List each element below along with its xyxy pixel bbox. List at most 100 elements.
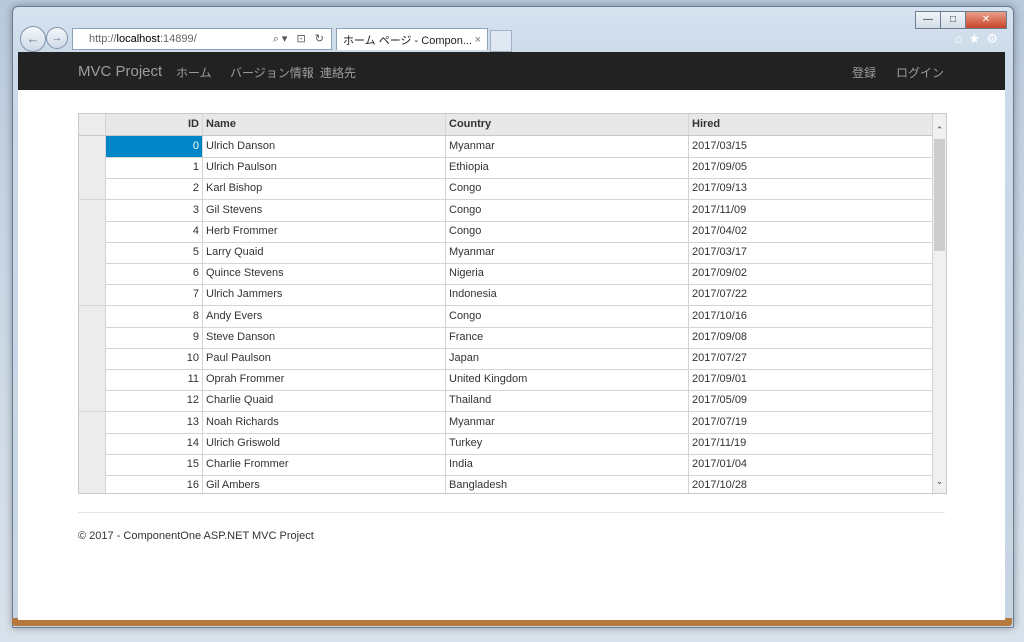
close-window-button[interactable]: ✕ xyxy=(965,11,1007,29)
cell-id[interactable]: 10 xyxy=(106,348,203,369)
row-header[interactable] xyxy=(79,199,106,221)
cell-country[interactable]: United Kingdom xyxy=(446,369,689,391)
cell-name[interactable]: Quince Stevens xyxy=(203,263,446,285)
cell-hired[interactable]: 2017/09/13 xyxy=(689,178,933,199)
cell-name[interactable]: Oprah Frommer xyxy=(203,369,446,391)
cell-hired[interactable]: 2017/10/16 xyxy=(689,306,933,327)
cell-id[interactable]: 11 xyxy=(106,369,203,391)
home-favorites-settings-icons[interactable]: ⌂★⚙ xyxy=(955,31,1004,47)
nav-link-about[interactable]: バージョン情報 xyxy=(230,64,314,81)
row-header[interactable] xyxy=(79,242,106,263)
nav-link-contact[interactable]: 連絡先 xyxy=(320,64,356,81)
cell-country[interactable]: Japan xyxy=(446,348,689,369)
grid-vertical-scrollbar[interactable]: ⌃ ⌄ xyxy=(932,114,946,493)
cell-name[interactable]: Karl Bishop xyxy=(203,178,446,200)
cell-name[interactable]: Gil Ambers xyxy=(203,475,446,493)
column-header-id[interactable]: ID xyxy=(106,114,203,135)
cell-id[interactable]: 0 xyxy=(106,136,203,157)
nav-link-register[interactable]: 登録 xyxy=(852,64,876,81)
table-row[interactable]: 1 Ulrich Paulson Ethiopia 2017/09/05 xyxy=(79,157,933,180)
row-header[interactable] xyxy=(79,263,106,285)
table-row[interactable]: 13 Noah Richards Myanmar 2017/07/19 xyxy=(79,411,933,434)
cell-id[interactable]: 14 xyxy=(106,432,203,454)
table-row[interactable]: 10 Paul Paulson Japan 2017/07/27 xyxy=(79,348,933,370)
cell-id[interactable]: 8 xyxy=(106,305,203,327)
cell-name[interactable]: Larry Quaid xyxy=(203,242,446,263)
cell-hired[interactable]: 2017/04/02 xyxy=(689,221,933,242)
cell-id[interactable]: 9 xyxy=(106,326,203,348)
address-tools-icons[interactable]: ⌕▾ ⊡ ↻ xyxy=(273,32,327,46)
row-header[interactable] xyxy=(79,136,106,157)
cell-hired[interactable]: 2017/07/27 xyxy=(689,348,933,369)
cell-name[interactable]: Herb Frommer xyxy=(203,220,446,242)
cell-name[interactable]: Charlie Quaid xyxy=(203,390,446,412)
cell-name[interactable]: Ulrich Danson xyxy=(203,136,446,157)
table-row[interactable]: 8 Andy Evers Congo 2017/10/16 xyxy=(79,305,933,328)
row-header[interactable] xyxy=(79,432,106,454)
cell-hired[interactable]: 2017/09/02 xyxy=(689,263,933,284)
row-header[interactable] xyxy=(79,326,106,348)
cell-name[interactable]: Charlie Frommer xyxy=(203,454,446,475)
maximize-button[interactable]: □ xyxy=(940,11,966,29)
tab-home-page[interactable]: ホーム ページ - Compon... × xyxy=(336,28,488,50)
table-row[interactable]: 15 Charlie Frommer India 2017/01/04 xyxy=(79,454,933,476)
forward-button[interactable]: → xyxy=(46,27,68,49)
table-row[interactable]: 14 Ulrich Griswold Turkey 2017/11/19 xyxy=(79,432,933,455)
table-row[interactable]: 2 Karl Bishop Congo 2017/09/13 xyxy=(79,178,933,201)
cell-name[interactable]: Noah Richards xyxy=(203,411,446,433)
cell-country[interactable]: Nigeria xyxy=(446,263,689,285)
cell-hired[interactable]: 2017/11/19 xyxy=(689,433,933,454)
cell-id[interactable]: 2 xyxy=(106,178,203,200)
address-bar[interactable]: http://localhost:14899/ ⌕▾ ⊡ ↻ xyxy=(72,28,332,50)
column-header-name[interactable]: Name xyxy=(203,114,446,135)
cell-name[interactable]: Steve Danson xyxy=(203,326,446,348)
nav-link-login[interactable]: ログイン xyxy=(896,64,944,81)
column-header-hired[interactable]: Hired xyxy=(689,114,933,135)
cell-country[interactable]: Bangladesh xyxy=(446,475,689,493)
table-row[interactable]: 9 Steve Danson France 2017/09/08 xyxy=(79,326,933,349)
cell-country[interactable]: Turkey xyxy=(446,432,689,454)
cell-id[interactable]: 16 xyxy=(106,475,203,493)
back-button[interactable]: ← xyxy=(20,26,46,52)
cell-id[interactable]: 12 xyxy=(106,390,203,412)
cell-country[interactable]: Thailand xyxy=(446,390,689,412)
cell-country[interactable]: Myanmar xyxy=(446,411,689,433)
cell-country[interactable]: France xyxy=(446,326,689,348)
table-row[interactable]: 11 Oprah Frommer United Kingdom 2017/09/01 xyxy=(79,369,933,392)
row-header[interactable] xyxy=(79,475,106,493)
cell-country[interactable]: Congo xyxy=(446,178,689,200)
cell-name[interactable]: Andy Evers xyxy=(203,305,446,327)
cell-hired[interactable]: 2017/03/15 xyxy=(689,136,933,157)
table-row[interactable]: 3 Gil Stevens Congo 2017/11/09 xyxy=(79,199,933,222)
row-header-corner[interactable] xyxy=(79,114,106,135)
data-grid[interactable]: ID Name Country Hired 0 Ulrich Danson Myan… xyxy=(78,113,947,494)
row-header[interactable] xyxy=(79,454,106,475)
scroll-thumb[interactable] xyxy=(934,139,945,251)
cell-hired[interactable]: 2017/11/09 xyxy=(689,200,933,221)
cell-name[interactable]: Gil Stevens xyxy=(203,199,446,221)
cell-id[interactable]: 6 xyxy=(106,263,203,285)
cell-id[interactable]: 4 xyxy=(106,220,203,242)
scroll-up-icon[interactable]: ⌃ xyxy=(933,122,946,138)
new-tab-button[interactable] xyxy=(490,30,512,52)
cell-id[interactable]: 7 xyxy=(106,284,203,306)
cell-hired[interactable]: 2017/03/17 xyxy=(689,242,933,263)
table-row[interactable]: 16 Gil Ambers Bangladesh 2017/10/28 xyxy=(79,475,933,493)
table-row[interactable]: 6 Quince Stevens Nigeria 2017/09/02 xyxy=(79,263,933,286)
cell-country[interactable]: India xyxy=(446,454,689,475)
column-header-country[interactable]: Country xyxy=(446,114,689,135)
table-row[interactable]: 7 Ulrich Jammers Indonesia 2017/07/22 xyxy=(79,284,933,307)
cell-hired[interactable]: 2017/09/05 xyxy=(689,157,933,178)
row-header[interactable] xyxy=(79,284,106,306)
cell-hired[interactable]: 2017/07/19 xyxy=(689,412,933,433)
nav-link-home[interactable]: ホーム xyxy=(176,64,212,81)
row-header[interactable] xyxy=(79,390,106,412)
table-row[interactable]: 12 Charlie Quaid Thailand 2017/05/09 xyxy=(79,390,933,413)
row-header[interactable] xyxy=(79,411,106,433)
cell-country[interactable]: Myanmar xyxy=(446,242,689,263)
cell-hired[interactable]: 2017/05/09 xyxy=(689,390,933,411)
cell-hired[interactable]: 2017/01/04 xyxy=(689,454,933,475)
cell-id[interactable]: 15 xyxy=(106,454,203,475)
cell-name[interactable]: Paul Paulson xyxy=(203,348,446,369)
cell-country[interactable]: Congo xyxy=(446,305,689,327)
